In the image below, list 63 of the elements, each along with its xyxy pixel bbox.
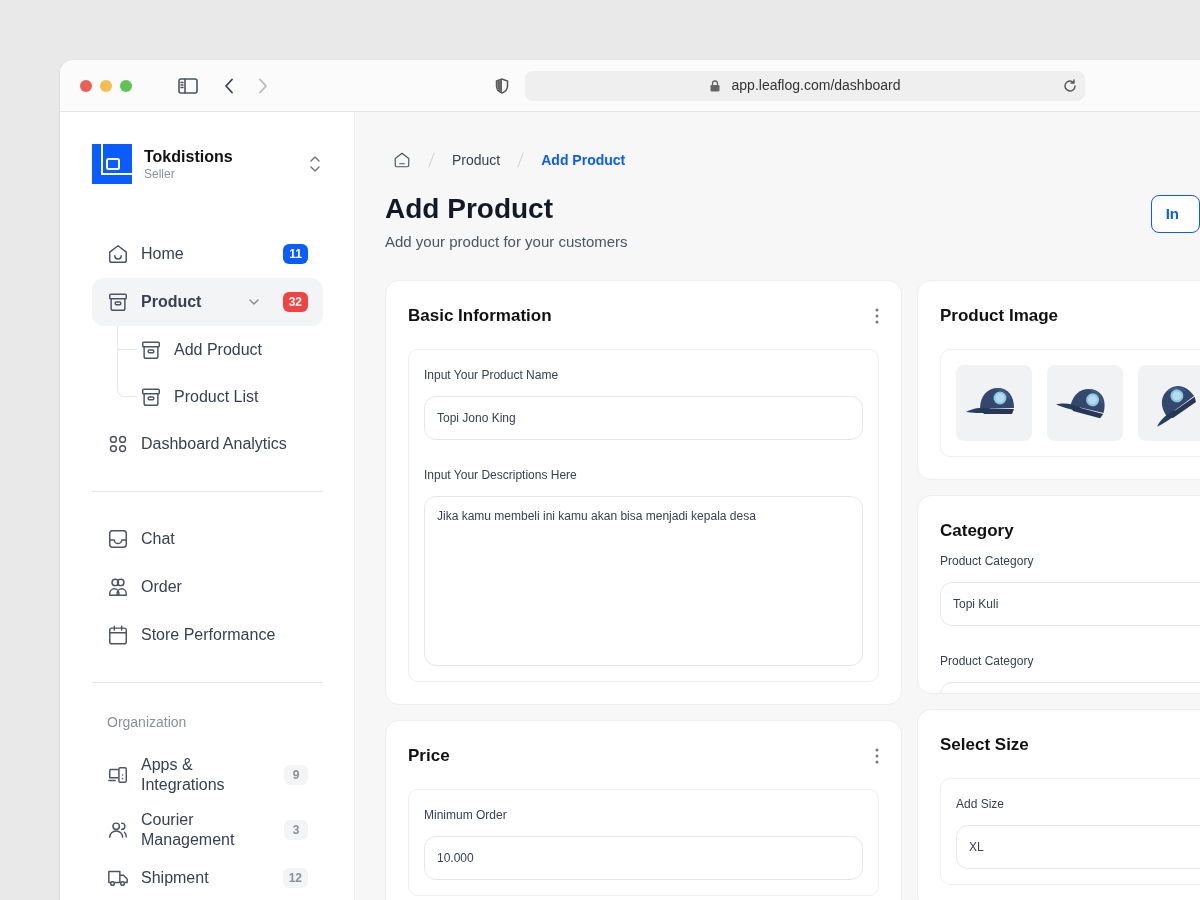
calendar-icon	[107, 624, 129, 646]
count-badge: 11	[283, 244, 308, 264]
card-title: Select Size	[940, 733, 1029, 756]
users-icon	[107, 576, 129, 598]
field-label: Product Category	[940, 652, 1035, 670]
field-label: Input Your Product Name	[424, 366, 560, 384]
field-label: Product Category	[940, 552, 1035, 570]
field-label: Input Your Descriptions Here	[424, 466, 578, 484]
inbox-icon	[107, 528, 129, 550]
kebab-menu-icon[interactable]	[875, 307, 879, 324]
page-subtitle: Add your product for your customers	[385, 232, 628, 252]
lock-icon	[709, 79, 720, 92]
reload-icon[interactable]	[1063, 78, 1077, 93]
grid-icon	[107, 433, 129, 455]
card-title: Product Image	[940, 304, 1059, 327]
input-field[interactable]: Jika kamu membeli ini kamu akan bisa menjadi kepala desa	[424, 495, 863, 666]
count-badge: 9	[284, 764, 308, 785]
nav-item[interactable]: Courier Management 3	[92, 806, 323, 854]
archive-icon	[140, 385, 162, 408]
sidebar-toggle-icon[interactable]	[178, 77, 198, 94]
page-title: Add Product	[385, 192, 554, 226]
field-label: Add Size	[956, 795, 1006, 813]
address-bar[interactable]: app.leaflog.com/dashboard	[525, 70, 1085, 101]
field-label: Minimum Order	[424, 806, 508, 824]
nav-item[interactable]: Order	[92, 563, 323, 611]
user-group-icon	[107, 819, 129, 841]
nav-item[interactable]: Chat	[92, 515, 323, 563]
back-icon[interactable]	[224, 77, 234, 94]
nav-item[interactable]: Product 32	[92, 278, 323, 326]
shield-icon	[495, 77, 509, 94]
nav-item[interactable]: Store Performance	[92, 611, 323, 659]
input-field[interactable]: Topi Jono King	[424, 395, 863, 440]
nav-subitem[interactable]: Product List	[140, 373, 324, 420]
card-title: Category	[940, 519, 1014, 542]
count-badge: 3	[284, 820, 308, 840]
logo-icon	[92, 144, 132, 184]
card-title: Basic Information	[408, 304, 552, 327]
home-icon[interactable]	[393, 151, 411, 169]
url-text: app.leaflog.com/dashboard	[731, 76, 901, 95]
nav-item[interactable]: Dashboard Analytics	[92, 420, 323, 468]
input-field[interactable]: Topi Kuli	[940, 581, 1200, 626]
count-badge: 32	[282, 292, 308, 312]
kebab-menu-icon[interactable]	[875, 747, 879, 764]
card-title: Price	[408, 744, 450, 767]
switcher-icon[interactable]	[309, 154, 321, 174]
input-field[interactable]: 10.000	[424, 835, 863, 880]
header-button[interactable]: In	[1150, 195, 1200, 233]
brand-role: Seller	[144, 166, 176, 182]
breadcrumb-link[interactable]: Add Product	[541, 149, 626, 171]
archive-icon	[140, 338, 162, 361]
nav-item[interactable]: Home 11	[92, 230, 323, 278]
brand-name: Tokdistions	[144, 146, 233, 167]
nav-item[interactable]: Shipment 12	[92, 854, 323, 900]
archive-icon	[107, 291, 129, 313]
nav-item[interactable]: Apps & Integrations 9	[92, 743, 323, 806]
chevron-icon[interactable]	[248, 299, 259, 305]
nav-subitem[interactable]: Add Product	[140, 326, 324, 373]
section-heading: Organization	[106, 713, 188, 732]
close-button[interactable]	[80, 79, 92, 92]
input-field[interactable]: XL	[956, 824, 1200, 869]
count-badge: 12	[282, 868, 308, 888]
breadcrumb-link[interactable]: Product	[452, 149, 501, 171]
home-icon	[107, 243, 129, 265]
